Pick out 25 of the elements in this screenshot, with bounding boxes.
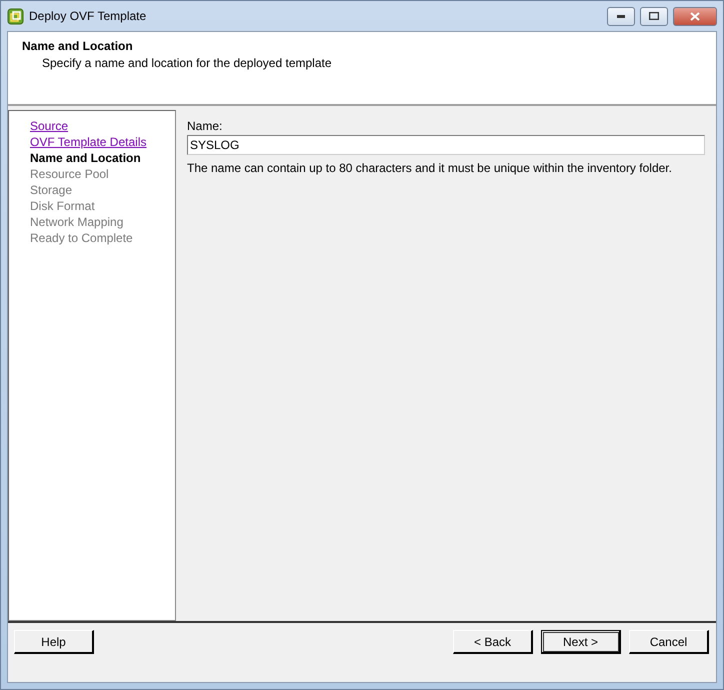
dialog-button[interactable]: Cancel: [629, 630, 709, 654]
name-field[interactable]: SYSLOG: [187, 135, 705, 155]
name-label: Name:: [187, 119, 224, 133]
step-link[interactable]: OVF Template Details: [30, 134, 146, 150]
close-icon: [690, 12, 700, 20]
step-label: Resource Pool: [30, 166, 109, 182]
step-label: Ready to Complete: [30, 230, 133, 246]
minimize-icon: [617, 14, 625, 18]
step-label: Network Mapping: [30, 214, 124, 230]
dialog-button[interactable]: < Back: [453, 630, 533, 654]
step-label: Storage: [30, 182, 72, 198]
dialog-button[interactable]: Help: [14, 630, 94, 654]
minimize-button[interactable]: [607, 6, 635, 26]
step-label: Disk Format: [30, 198, 95, 214]
step-link[interactable]: Source: [30, 118, 68, 134]
app-icon: [7, 8, 24, 24]
close-button[interactable]: [673, 6, 717, 26]
dialog-button[interactable]: Next >: [541, 630, 621, 654]
step-label: Name and Location: [30, 150, 141, 166]
name-hint: The name can contain up to 80 characters and it must be unique within the inventory folder.: [187, 161, 673, 175]
page-title: Name and Location: [22, 39, 134, 53]
page-subtitle: Specify a name and location for the deployed template: [41, 56, 333, 70]
maximize-icon: [649, 12, 659, 20]
maximize-button[interactable]: [640, 6, 668, 26]
window-title: Deploy OVF Template: [29, 9, 148, 23]
